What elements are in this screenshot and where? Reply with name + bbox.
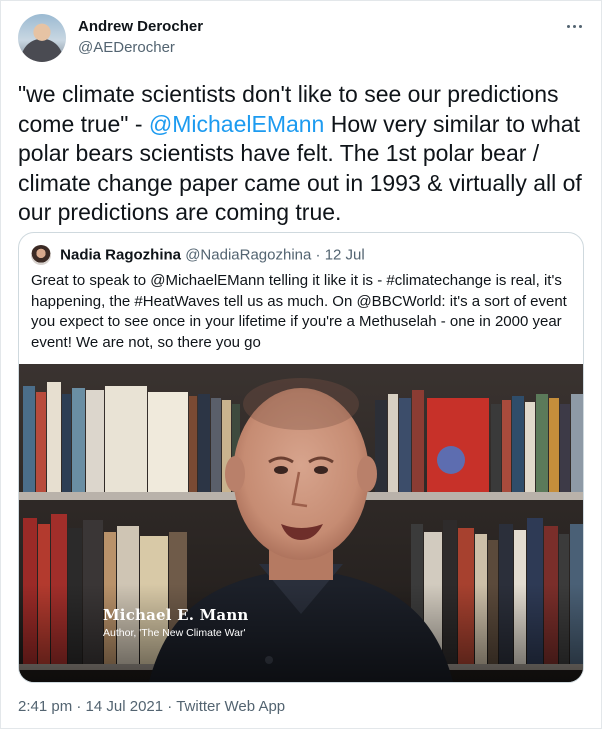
video-caption: Michael E. Mann Author, 'The New Climate… <box>103 606 249 639</box>
author-handle[interactable]: @AEDerocher <box>78 39 175 56</box>
meta-separator: · <box>76 698 82 715</box>
quoted-tweet-header: Nadia Ragozhina @NadiaRagozhina · 12 Jul <box>31 245 365 265</box>
separator-dot: · <box>315 246 321 264</box>
tweet-text: "we climate scientists don't like to see… <box>18 80 588 228</box>
quoted-author-avatar[interactable] <box>31 245 51 265</box>
tweet-meta: 2:41 pm · 14 Jul 2021 · Twitter Web App <box>18 698 285 715</box>
video-media[interactable]: Michael E. Mann Author, 'The New Climate… <box>19 364 583 682</box>
meta-separator: · <box>167 698 173 715</box>
author-name[interactable]: Andrew Derocher <box>78 18 203 35</box>
tweet-header: Andrew Derocher @AEDerocher <box>18 14 585 64</box>
author-avatar[interactable] <box>18 14 66 62</box>
tweet-card: Andrew Derocher @AEDerocher "we climate … <box>0 0 602 729</box>
tweet-date[interactable]: 14 Jul 2021 <box>86 698 164 715</box>
video-caption-title: Author, 'The New Climate War' <box>103 627 246 639</box>
quoted-tweet-date[interactable]: 12 Jul <box>325 247 365 264</box>
tweet-source[interactable]: Twitter Web App <box>176 698 285 715</box>
tweet-time[interactable]: 2:41 pm <box>18 698 72 715</box>
quoted-tweet[interactable]: Nadia Ragozhina @NadiaRagozhina · 12 Jul… <box>18 232 584 683</box>
quoted-tweet-text: Great to speak to @MichaelEMann telling … <box>31 272 567 351</box>
mention-link[interactable]: @MichaelEMann <box>149 111 324 137</box>
quoted-author-name[interactable]: Nadia Ragozhina <box>60 247 181 264</box>
more-horizontal-icon[interactable] <box>563 16 585 36</box>
quoted-author-handle[interactable]: @NadiaRagozhina <box>185 247 311 264</box>
video-caption-name: Michael E. Mann <box>103 606 249 624</box>
